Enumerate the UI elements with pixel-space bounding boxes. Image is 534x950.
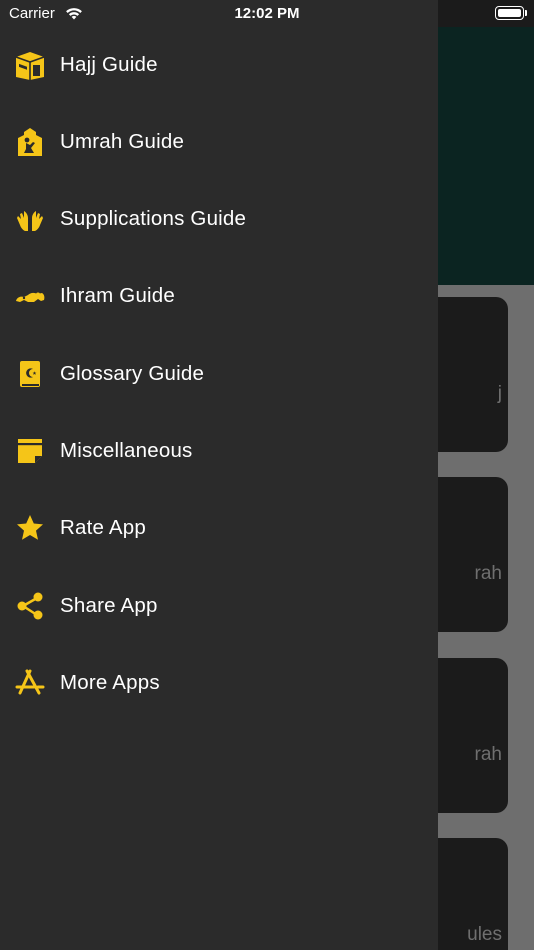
kaaba-icon xyxy=(15,52,45,80)
battery-cap xyxy=(525,10,527,16)
menu-item-glossary-guide[interactable]: Glossary Guide xyxy=(0,344,438,404)
praying-person-icon xyxy=(18,128,42,156)
battery-icon xyxy=(495,6,524,20)
status-bar: Carrier 12:02 PM xyxy=(0,0,534,27)
menu-item-label: Rate App xyxy=(60,516,146,539)
menu-item-label: Supplications Guide xyxy=(60,207,247,230)
sticky-note-icon xyxy=(18,439,42,463)
menu-item-label: Glossary Guide xyxy=(60,362,205,385)
menu-item-supplications-guide[interactable]: Supplications Guide xyxy=(0,189,438,249)
praying-hands-icon xyxy=(17,211,43,231)
menu-item-label: Hajj Guide xyxy=(60,53,158,76)
ihram-icon xyxy=(16,292,45,302)
menu-item-label: Miscellaneous xyxy=(60,439,193,462)
star-icon xyxy=(17,515,43,540)
app-store-icon xyxy=(15,669,45,695)
menu-item-label: Ihram Guide xyxy=(60,284,176,307)
menu-item-miscellaneous[interactable]: Miscellaneous xyxy=(0,421,438,481)
menu-item-share-app[interactable]: Share App xyxy=(0,576,438,636)
menu-item-label: Share App xyxy=(60,594,158,617)
quran-book-icon xyxy=(20,361,40,387)
menu-item-label: More Apps xyxy=(60,671,160,694)
status-time: 12:02 PM xyxy=(234,5,300,22)
share-icon xyxy=(17,592,43,620)
menu-item-ihram-guide[interactable]: Ihram Guide xyxy=(0,266,438,326)
menu-item-rate-app[interactable]: Rate App xyxy=(0,498,438,558)
menu-item-more-apps[interactable]: More Apps xyxy=(0,653,438,713)
menu-item-hajj-guide[interactable]: Hajj Guide xyxy=(0,35,438,95)
menu-item-label: Umrah Guide xyxy=(60,130,185,153)
menu-item-umrah-guide[interactable]: Umrah Guide xyxy=(0,112,438,172)
